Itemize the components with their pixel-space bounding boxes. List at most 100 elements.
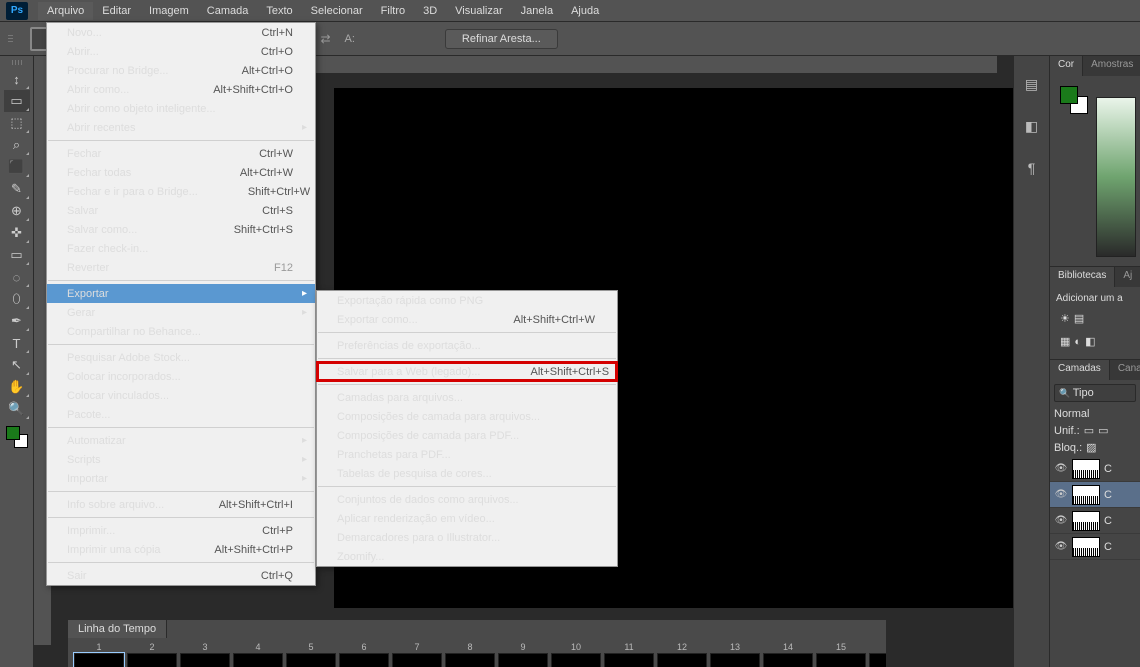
timeline-frame[interactable]: 4 (233, 642, 283, 667)
timeline-frame[interactable]: 9 (498, 642, 548, 667)
menu-item[interactable]: Imprimir...Ctrl+P (47, 521, 315, 540)
tool-1[interactable]: ▭ (4, 90, 30, 112)
tool-0[interactable]: ↕ (4, 68, 30, 90)
menu-item[interactable]: Scripts (47, 450, 315, 469)
menu-item[interactable]: Demarcadores para o Illustrator... (317, 528, 617, 547)
levels-icon[interactable]: ▤ (1074, 312, 1084, 325)
menu-item[interactable]: Exportação rápida como PNG (317, 291, 617, 310)
blend-mode-dropdown[interactable]: Normal (1054, 408, 1089, 420)
tool-13[interactable]: ↖ (4, 354, 30, 376)
eye-icon[interactable]: 👁 (1054, 489, 1068, 500)
timeline-frame[interactable]: 12 (657, 642, 707, 667)
menu-item[interactable]: Abrir recentes (47, 118, 315, 137)
layer-row[interactable]: 👁C (1050, 508, 1140, 534)
menu-item[interactable]: Procurar no Bridge...Alt+Ctrl+O (47, 61, 315, 80)
menu-item[interactable]: Abrir como objeto inteligente... (47, 99, 315, 118)
menu-ajuda[interactable]: Ajuda (562, 2, 608, 20)
timeline-frame[interactable]: 11 (604, 642, 654, 667)
color-swatches[interactable] (4, 424, 30, 450)
properties-icon[interactable]: ◧ (1020, 114, 1044, 138)
menu-item[interactable]: Preferências de exportação... (317, 336, 617, 355)
color-swatch-pair[interactable] (1060, 86, 1088, 114)
brightness-icon[interactable]: ☀ (1060, 312, 1070, 325)
menu-camada[interactable]: Camada (198, 2, 258, 20)
vibrance-icon[interactable]: ◧ (1085, 335, 1095, 348)
layer-row[interactable]: 👁C (1050, 534, 1140, 560)
menu-item[interactable]: Info sobre arquivo...Alt+Shift+Ctrl+I (47, 495, 315, 514)
layer-filter[interactable]: 🔍 Tipo (1054, 384, 1136, 402)
menu-item[interactable]: Tabelas de pesquisa de cores... (317, 464, 617, 483)
menu-item[interactable]: Automatizar (47, 431, 315, 450)
timeline-frame[interactable]: 3 (180, 642, 230, 667)
eye-icon[interactable]: 👁 (1054, 541, 1068, 552)
tab-swatches[interactable]: Amostras (1083, 56, 1140, 76)
tool-12[interactable]: T (4, 332, 30, 354)
exposure-icon[interactable]: ◐ (1074, 336, 1081, 348)
tool-8[interactable]: ▭ (4, 244, 30, 266)
menu-item[interactable]: SalvarCtrl+S (47, 201, 315, 220)
tool-4[interactable]: ⬛ (4, 156, 30, 178)
menu-item[interactable]: Abrir...Ctrl+O (47, 42, 315, 61)
lock-icon[interactable]: ▨ (1086, 441, 1096, 454)
tab-channels[interactable]: Cana (1110, 360, 1140, 380)
menu-selecionar[interactable]: Selecionar (302, 2, 372, 20)
tool-14[interactable]: ✋ (4, 376, 30, 398)
menu-item[interactable]: Salvar como...Shift+Ctrl+S (47, 220, 315, 239)
tool-15[interactable]: 🔍 (4, 398, 30, 420)
tool-3[interactable]: ⌕ (4, 134, 30, 156)
layer-row[interactable]: 👁C (1050, 456, 1140, 482)
timeline-frame[interactable]: 14 (763, 642, 813, 667)
menu-item[interactable]: Zoomify... (317, 547, 617, 566)
timeline-frame[interactable]: 13 (710, 642, 760, 667)
tab-libraries[interactable]: Bibliotecas (1050, 267, 1115, 287)
menu-item[interactable]: Aplicar renderização em vídeo... (317, 509, 617, 528)
menu-item[interactable]: Salvar para a Web (legado)...Alt+Shift+C… (317, 362, 617, 381)
menu-item[interactable]: SairCtrl+Q (47, 566, 315, 585)
menu-item[interactable]: Novo...Ctrl+N (47, 23, 315, 42)
timeline-frame[interactable]: 1 (74, 642, 124, 667)
menu-item[interactable]: Colocar vinculados... (47, 386, 315, 405)
curves-icon[interactable]: ▦ (1060, 335, 1070, 348)
menu-item[interactable]: Colocar incorporados... (47, 367, 315, 386)
menu-item[interactable]: Compartilhar no Behance... (47, 322, 315, 341)
tool-6[interactable]: ⊕ (4, 200, 30, 222)
menu-imagem[interactable]: Imagem (140, 2, 198, 20)
refine-edge-button[interactable]: Refinar Aresta... (445, 29, 558, 49)
menu-item[interactable]: Exportar como...Alt+Shift+Ctrl+W (317, 310, 617, 329)
layer-row[interactable]: 👁C (1050, 482, 1140, 508)
history-icon[interactable]: ▤ (1020, 72, 1044, 96)
timeline-frame[interactable]: 2 (127, 642, 177, 667)
unify-icon[interactable]: ▭ (1084, 424, 1094, 437)
menu-item[interactable]: Camadas para arquivos... (317, 388, 617, 407)
tool-11[interactable]: ✒ (4, 310, 30, 332)
timeline-frame[interactable]: 7 (392, 642, 442, 667)
tool-10[interactable]: ⬯ (4, 288, 30, 310)
color-ramp[interactable] (1096, 97, 1136, 257)
tool-2[interactable]: ⬚ (4, 112, 30, 134)
menu-item[interactable]: Fechar todasAlt+Ctrl+W (47, 163, 315, 182)
timeline-frame[interactable]: 8 (445, 642, 495, 667)
menu-visualizar[interactable]: Visualizar (446, 2, 512, 20)
tool-5[interactable]: ✎ (4, 178, 30, 200)
tab-color[interactable]: Cor (1050, 56, 1083, 76)
character-icon[interactable]: ¶ (1020, 156, 1044, 180)
menu-3d[interactable]: 3D (414, 2, 446, 20)
menu-arquivo[interactable]: Arquivo (38, 2, 93, 20)
menu-item[interactable]: Gerar (47, 303, 315, 322)
timeline-frame[interactable]: 16 (869, 642, 886, 667)
menu-editar[interactable]: Editar (93, 2, 140, 20)
menu-janela[interactable]: Janela (512, 2, 562, 20)
menu-item[interactable]: Imprimir uma cópiaAlt+Shift+Ctrl+P (47, 540, 315, 559)
menu-item[interactable]: Abrir como...Alt+Shift+Ctrl+O (47, 80, 315, 99)
tab-adjust[interactable]: Aj (1115, 267, 1140, 287)
menu-item[interactable]: FecharCtrl+W (47, 144, 315, 163)
timeline-frame[interactable]: 10 (551, 642, 601, 667)
menu-texto[interactable]: Texto (257, 2, 301, 20)
eye-icon[interactable]: 👁 (1054, 463, 1068, 474)
timeline-frame[interactable]: 5 (286, 642, 336, 667)
timeline-tab[interactable]: Linha do Tempo (68, 620, 167, 638)
swap-icon[interactable]: ⇄ (316, 30, 334, 48)
menu-item[interactable]: Exportar (47, 284, 315, 303)
timeline-frame[interactable]: 15 (816, 642, 866, 667)
menu-filtro[interactable]: Filtro (372, 2, 414, 20)
